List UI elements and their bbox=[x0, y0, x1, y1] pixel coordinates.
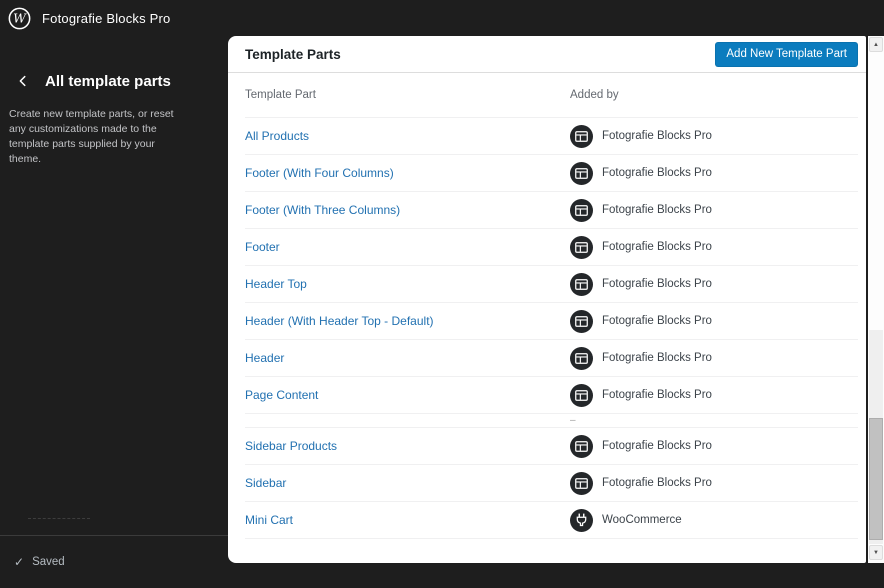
added-by-label: Fotografie Blocks Pro bbox=[602, 167, 712, 179]
save-status-label: Saved bbox=[32, 556, 65, 568]
template-part-link[interactable]: Sidebar Products bbox=[245, 439, 337, 453]
template-part-icon bbox=[570, 162, 593, 185]
scroll-down-icon[interactable]: ▼ bbox=[869, 545, 883, 560]
added-by-label: Fotografie Blocks Pro bbox=[602, 278, 712, 290]
check-icon: ✓ bbox=[14, 555, 24, 569]
chevron-left-icon[interactable] bbox=[10, 68, 36, 94]
plugin-icon bbox=[570, 509, 593, 532]
template-part-link[interactable]: Header (With Header Top - Default) bbox=[245, 314, 434, 328]
table-row: Footer Fotografie Blocks Pro bbox=[245, 229, 858, 266]
template-part-icon bbox=[570, 384, 593, 407]
table-row: Footer (With Four Columns) Fotografie Blo… bbox=[245, 155, 858, 192]
table-row: Header Fotografie Blocks Pro bbox=[245, 340, 858, 377]
template-part-icon bbox=[570, 310, 593, 333]
added-by-label: Fotografie Blocks Pro bbox=[602, 204, 712, 216]
brand-row: W Fotografie Blocks Pro bbox=[0, 0, 228, 37]
panel-title: Template Parts bbox=[245, 47, 341, 62]
sidebar-title: All template parts bbox=[45, 73, 171, 90]
template-part-icon bbox=[570, 347, 593, 370]
template-part-icon bbox=[570, 435, 593, 458]
scroll-up-icon[interactable]: ▲ bbox=[869, 37, 883, 52]
brand-title: Fotografie Blocks Pro bbox=[42, 11, 170, 26]
back-navigation: All template parts bbox=[0, 68, 228, 94]
table-row: All Products Fotografie Blocks Pro bbox=[245, 118, 858, 155]
template-part-icon bbox=[570, 125, 593, 148]
added-by-label: Fotografie Blocks Pro bbox=[602, 352, 712, 364]
added-by-label: – bbox=[570, 419, 576, 423]
table-row: Header Top Fotografie Blocks Pro bbox=[245, 266, 858, 303]
template-part-link[interactable]: Page Content bbox=[245, 388, 318, 402]
added-by-label: Fotografie Blocks Pro bbox=[602, 315, 712, 327]
panel-header: Template Parts Add New Template Part bbox=[228, 36, 866, 73]
template-part-link[interactable]: Header Top bbox=[245, 277, 307, 291]
column-header-added-by: Added by bbox=[570, 89, 858, 101]
added-by-label: Fotografie Blocks Pro bbox=[602, 241, 712, 253]
save-status: ✓ Saved bbox=[0, 536, 228, 588]
svg-text:W: W bbox=[13, 11, 27, 26]
template-parts-table-body: All ProductsFotografie Blocks ProFooter … bbox=[245, 118, 858, 539]
table-row: – bbox=[245, 414, 858, 428]
table-row: Page Content Fotografie Blocks Pro bbox=[245, 377, 858, 414]
table-row: Header (With Header Top - Default) Fotogr… bbox=[245, 303, 858, 340]
faint-dashes-divider bbox=[28, 518, 90, 519]
added-by-label: Fotografie Blocks Pro bbox=[602, 440, 712, 452]
vertical-scrollbar: ▲ ▼ bbox=[868, 36, 884, 563]
template-part-link[interactable]: Footer (With Four Columns) bbox=[245, 166, 394, 180]
wordpress-logo-icon[interactable]: W bbox=[8, 7, 31, 30]
added-by-label: Fotografie Blocks Pro bbox=[602, 389, 712, 401]
added-by-label: Fotografie Blocks Pro bbox=[602, 130, 712, 142]
template-part-icon bbox=[570, 236, 593, 259]
table-row: Sidebar Products Fotografie Blocks Pro bbox=[245, 428, 858, 465]
add-new-template-part-button[interactable]: Add New Template Part bbox=[715, 42, 858, 67]
editor-sidebar: W Fotografie Blocks Pro All template par… bbox=[0, 0, 228, 588]
template-part-icon bbox=[570, 273, 593, 296]
table-row: Mini Cart WooCommerce bbox=[245, 502, 858, 539]
template-part-link[interactable]: Footer bbox=[245, 240, 280, 254]
column-header-template-part: Template Part bbox=[245, 89, 570, 101]
template-parts-panel: Template Parts Add New Template Part Tem… bbox=[228, 36, 866, 563]
template-part-icon bbox=[570, 472, 593, 495]
template-part-link[interactable]: All Products bbox=[245, 129, 309, 143]
scrollbar-thumb[interactable] bbox=[869, 418, 883, 540]
template-part-link[interactable]: Footer (With Three Columns) bbox=[245, 203, 400, 217]
template-part-icon bbox=[570, 199, 593, 222]
template-part-link[interactable]: Sidebar bbox=[245, 476, 286, 490]
added-by-label: WooCommerce bbox=[602, 514, 682, 526]
table-row: Footer (With Three Columns) Fotografie Bl… bbox=[245, 192, 858, 229]
table-header-row: Template Part Added by bbox=[245, 73, 858, 118]
sidebar-description: Create new template parts, or reset any … bbox=[9, 107, 181, 167]
added-by-label: Fotografie Blocks Pro bbox=[602, 477, 712, 489]
template-part-link[interactable]: Header bbox=[245, 351, 284, 365]
table-row: Sidebar Fotografie Blocks Pro bbox=[245, 465, 858, 502]
template-part-link[interactable]: Mini Cart bbox=[245, 513, 293, 527]
template-parts-table: Template Part Added by All Products Fotog… bbox=[245, 73, 858, 539]
